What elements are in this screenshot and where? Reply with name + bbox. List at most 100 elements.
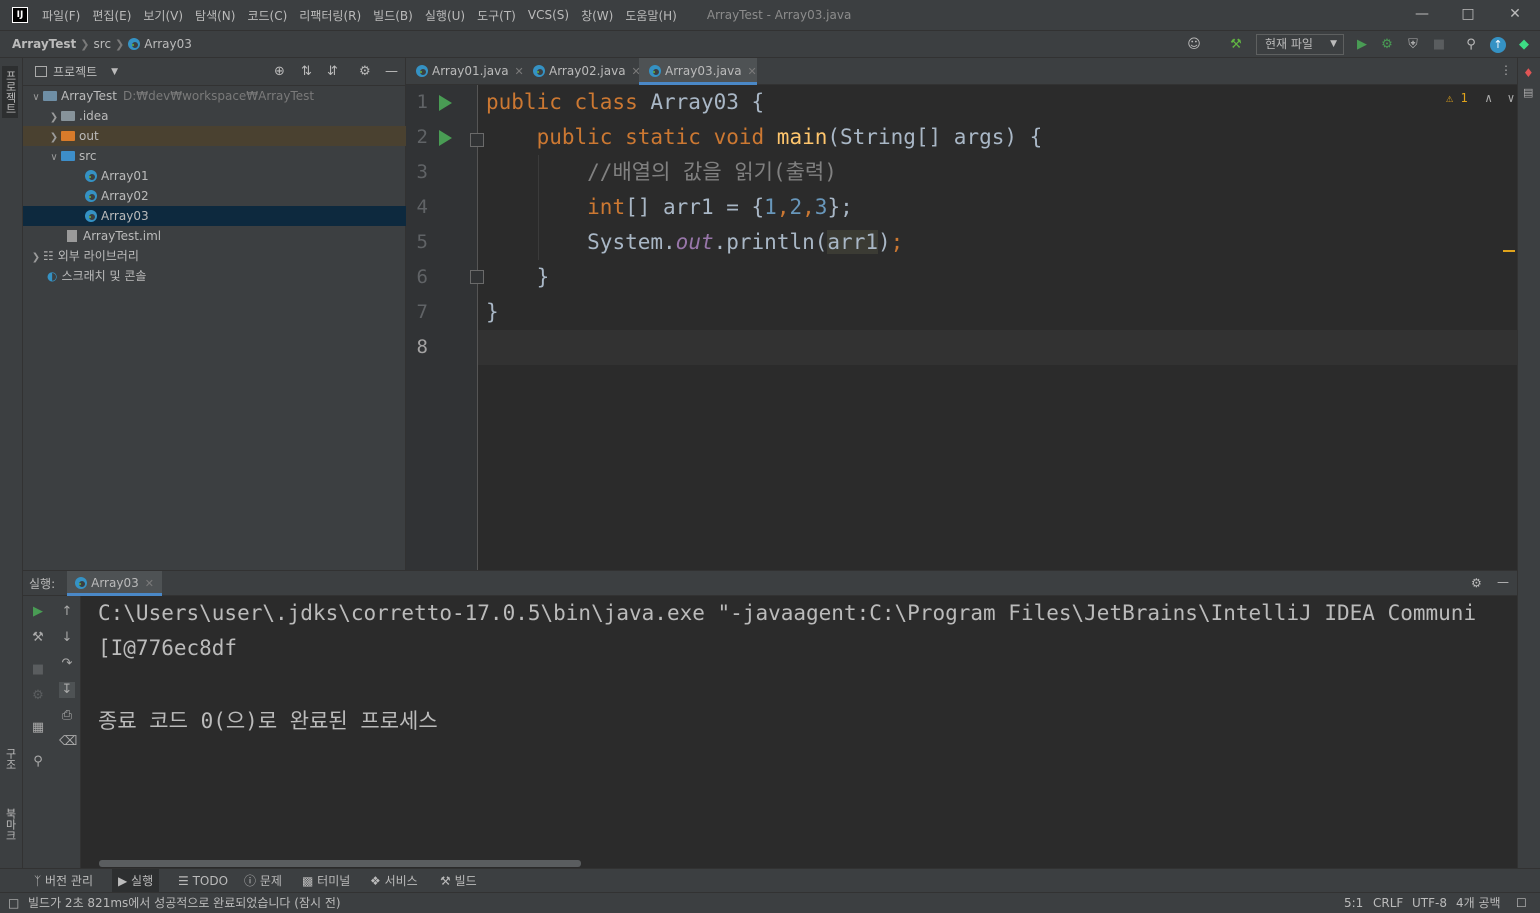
tool-version-control[interactable]: ᛉ 버전 관리: [30, 869, 97, 893]
scroll-to-end-icon[interactable]: ↧: [59, 682, 75, 698]
menu-file[interactable]: 파일(F): [42, 7, 80, 24]
maximize-icon[interactable]: □: [1456, 4, 1480, 24]
project-panel-title[interactable]: 프로젝트: [53, 63, 97, 80]
chevron-down-icon[interactable]: ∨: [29, 88, 43, 108]
menu-tools[interactable]: 도구(T): [477, 7, 516, 24]
close-window-icon[interactable]: ✕: [1503, 4, 1527, 24]
structure-tool-tab[interactable]: 구조: [2, 748, 18, 770]
tool-todo[interactable]: ☰ TODO: [174, 869, 232, 893]
breadcrumb-project[interactable]: ArrayTest: [12, 37, 76, 51]
run-icon[interactable]: ▶: [1354, 37, 1370, 53]
menu-help[interactable]: 도움말(H): [625, 7, 677, 24]
tool-services[interactable]: ❖ 서비스: [366, 869, 422, 893]
run-configuration-select[interactable]: 현재 파일 ▼: [1256, 34, 1344, 55]
menu-build[interactable]: 빌드(B): [373, 7, 413, 24]
menu-vcs[interactable]: VCS(S): [528, 8, 569, 22]
tab-array02[interactable]: Array02.java ✕: [523, 58, 641, 85]
status-panel-icon[interactable]: □: [8, 893, 19, 913]
chevron-right-icon[interactable]: ❯: [29, 248, 43, 268]
tree-item-array02[interactable]: Array02: [23, 186, 406, 206]
warning-stripe-marker[interactable]: [1503, 250, 1515, 252]
hide-panel-icon[interactable]: —: [385, 64, 398, 79]
menu-edit[interactable]: 편집(E): [92, 7, 131, 24]
menu-window[interactable]: 창(W): [581, 7, 613, 24]
file-encoding[interactable]: UTF-8: [1412, 893, 1447, 913]
expand-all-icon[interactable]: ⇅: [301, 64, 312, 79]
chevron-right-icon[interactable]: ❯: [47, 108, 61, 128]
print-icon[interactable]: ⎙: [59, 708, 75, 724]
menu-code[interactable]: 코드(C): [247, 7, 287, 24]
tree-item-scratches[interactable]: ◐ 스크래치 및 콘솔: [23, 266, 406, 286]
tab-array03[interactable]: Array03.java ✕: [639, 58, 757, 85]
chevron-down-icon[interactable]: ∨: [47, 148, 61, 168]
menu-run[interactable]: 실행(U): [425, 7, 465, 24]
chevron-right-icon[interactable]: ❯: [47, 128, 61, 148]
user-icon[interactable]: ☺: [1186, 37, 1202, 53]
notifications-icon[interactable]: ♦: [1523, 66, 1534, 80]
arrow-up-icon[interactable]: ↑: [59, 604, 75, 620]
collapse-all-icon[interactable]: ⇵: [327, 64, 338, 79]
pin-icon[interactable]: ⚲: [30, 754, 46, 770]
lock-icon[interactable]: ☐: [1516, 893, 1527, 913]
caret-position[interactable]: 5:1: [1344, 893, 1363, 913]
run-tab-array03[interactable]: Array03 ✕: [67, 570, 162, 596]
bookmarks-tool-tab[interactable]: 북마크: [2, 808, 18, 841]
tool-problems[interactable]: ⓘ 문제: [240, 869, 286, 893]
code-editor[interactable]: 1 2 3 4 5 6 7 8 public class Array03 { p…: [406, 85, 1517, 570]
menu-navigate[interactable]: 탐색(N): [195, 7, 235, 24]
chevron-down-icon[interactable]: ▼: [111, 67, 118, 77]
close-icon[interactable]: ✕: [145, 577, 154, 590]
status-message[interactable]: 빌드가 2초 821ms에서 성공적으로 완료되었습니다 (잠시 전): [28, 893, 341, 913]
indent-setting[interactable]: 4개 공백: [1456, 893, 1501, 913]
search-icon[interactable]: ⚲: [1463, 37, 1479, 53]
locate-icon[interactable]: ⊕: [274, 64, 285, 79]
debug-icon[interactable]: ⚙: [1379, 37, 1395, 53]
build-hammer-icon[interactable]: ⚒: [1228, 37, 1244, 53]
tree-item-project-root[interactable]: ∨ ArrayTest D:₩dev₩workspace₩ArrayTest: [23, 86, 406, 106]
next-highlight-icon[interactable]: ∨: [1507, 91, 1514, 105]
run-class-icon[interactable]: [439, 95, 452, 111]
tool-build[interactable]: ⚒ 빌드: [436, 869, 481, 893]
console-output[interactable]: C:\Users\user\.jdks\corretto-17.0.5\bin\…: [81, 596, 1517, 868]
project-tool-tab[interactable]: 프로젝트: [2, 66, 18, 118]
layout-icon[interactable]: ▦: [30, 720, 46, 736]
hide-panel-icon[interactable]: —: [1497, 575, 1509, 589]
gear-icon[interactable]: ⚙: [359, 64, 371, 79]
run-main-icon[interactable]: [439, 130, 452, 146]
menu-view[interactable]: 보기(V): [143, 7, 183, 24]
breadcrumb-folder[interactable]: src: [94, 37, 112, 51]
soft-wrap-icon[interactable]: ↷: [59, 656, 75, 672]
tab-array01[interactable]: Array01.java ✕: [406, 58, 524, 85]
database-icon[interactable]: ▤: [1523, 86, 1533, 99]
fold-marker-icon[interactable]: [470, 133, 484, 147]
tree-item-external-libraries[interactable]: ❯ ☷ 외부 라이브러리: [23, 246, 406, 266]
gear-icon[interactable]: ⚙: [1471, 576, 1482, 590]
debug-icon[interactable]: ⚙: [30, 688, 46, 704]
arrow-down-icon[interactable]: ↓: [59, 630, 75, 646]
tool-terminal[interactable]: ▩ 터미널: [298, 869, 354, 893]
tree-item-idea[interactable]: ❯ .idea: [23, 106, 406, 126]
wrench-icon[interactable]: ⚒: [30, 630, 46, 646]
update-icon[interactable]: ↑: [1490, 37, 1506, 53]
tree-item-array01[interactable]: Array01: [23, 166, 406, 186]
line-separator[interactable]: CRLF: [1373, 893, 1403, 913]
stop-icon[interactable]: ■: [30, 662, 46, 678]
close-icon[interactable]: ✕: [748, 65, 757, 78]
menu-refactor[interactable]: 리팩터링(R): [299, 7, 361, 24]
tree-item-src[interactable]: ∨ src: [23, 146, 406, 166]
more-tabs-icon[interactable]: ⋮: [1500, 63, 1512, 77]
breadcrumb-file[interactable]: Array03: [144, 37, 192, 51]
tree-item-iml[interactable]: ArrayTest.iml: [23, 226, 406, 246]
previous-highlight-icon[interactable]: ∧: [1485, 91, 1492, 105]
coverage-icon[interactable]: ⛨: [1405, 37, 1421, 53]
horizontal-scrollbar[interactable]: [99, 860, 581, 867]
minimize-icon[interactable]: —: [1410, 4, 1434, 24]
stop-icon[interactable]: ■: [1431, 37, 1447, 53]
rerun-icon[interactable]: ▶: [30, 604, 46, 620]
trash-icon[interactable]: ⌫: [59, 734, 77, 750]
tool-run[interactable]: ▶ 실행: [112, 869, 160, 893]
jetbrains-icon[interactable]: ◆: [1516, 37, 1532, 53]
fold-marker-icon[interactable]: [470, 270, 484, 284]
tree-item-array03[interactable]: Array03: [23, 206, 406, 226]
tree-item-out[interactable]: ❯ out: [23, 126, 406, 146]
